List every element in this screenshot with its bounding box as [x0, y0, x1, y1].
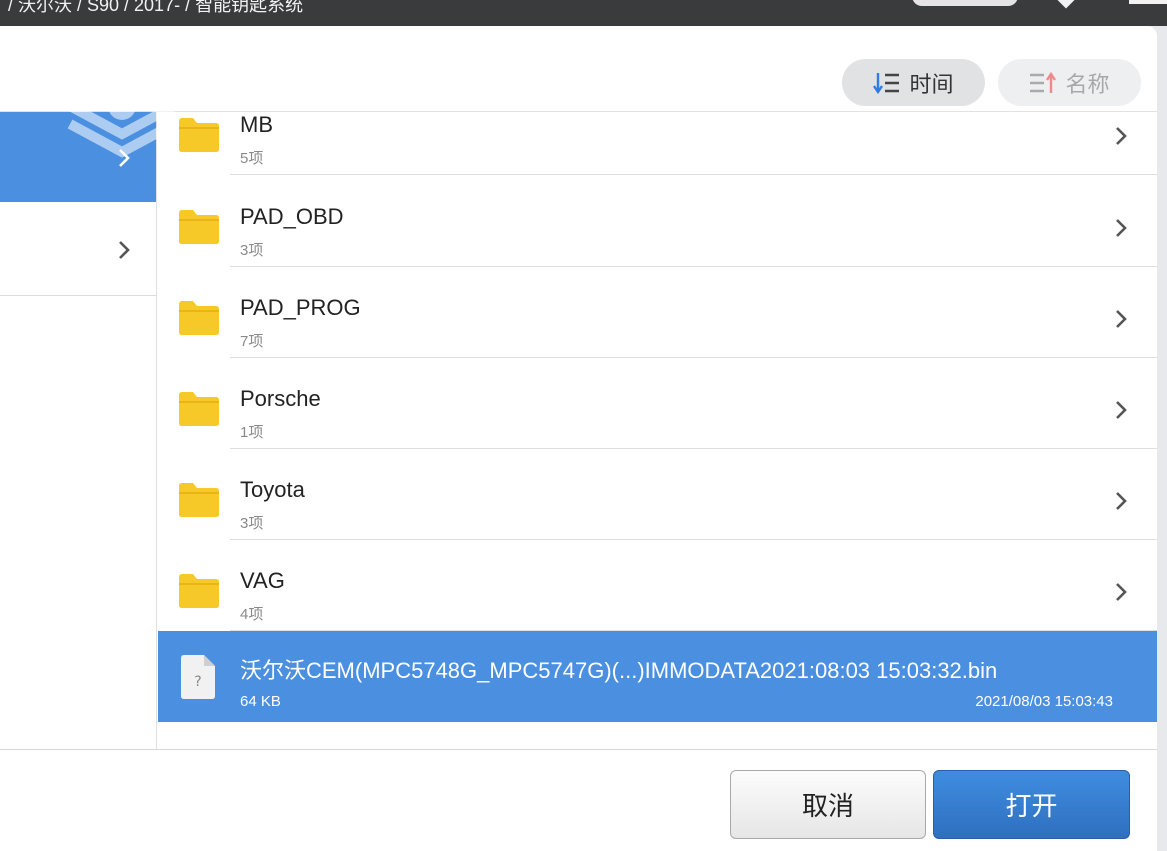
chevron-right-icon: [1116, 310, 1127, 328]
file-size: 64 KB: [240, 693, 281, 710]
sort-header: 时间 名称: [0, 26, 1157, 112]
unknown-file-icon: ?: [181, 655, 215, 699]
sort-by-time-button[interactable]: 时间: [842, 59, 985, 106]
folder-count: 1项: [240, 424, 264, 441]
chevron-down-icon[interactable]: [1057, 0, 1075, 9]
folder-count: 3项: [240, 242, 264, 259]
folder-icon: [179, 118, 219, 152]
title-bar: / 沃尔沃 / S90 / 2017- / 智能钥匙系统: [0, 0, 1167, 26]
folder-count: 3项: [240, 515, 264, 532]
list-item[interactable]: PAD_OBD 3项: [158, 176, 1157, 267]
chevron-right-icon: [119, 241, 130, 259]
list-item[interactable]: PAD_PROG 7项: [158, 267, 1157, 358]
list-item[interactable]: Porsche 1项: [158, 358, 1157, 449]
file-name: 沃尔沃CEM(MPC5748G_MPC5747G)(...)IMMODATA20…: [240, 658, 998, 683]
sort-time-icon: [873, 72, 900, 94]
sort-by-name-button[interactable]: 名称: [998, 59, 1141, 106]
chevron-right-icon: [119, 149, 130, 167]
folder-icon: [179, 392, 219, 426]
chevron-right-icon: [1116, 401, 1127, 419]
folder-name: Porsche: [240, 386, 321, 411]
folder-name: VAG: [240, 568, 285, 593]
sidebar-item-active[interactable]: [0, 112, 156, 202]
list-item[interactable]: Toyota 3项: [158, 449, 1157, 540]
top-toggle[interactable]: [912, 0, 1018, 6]
file-picker-dialog: 时间 名称 MB 5项 PAD_OBD 3项 PAD_PROG 7项 Porsc…: [0, 26, 1157, 851]
file-row-selected[interactable]: ? 沃尔沃CEM(MPC5748G_MPC5747G)(...)IMMODATA…: [158, 631, 1157, 722]
folder-count: 4项: [240, 606, 264, 623]
sort-name-icon: [1030, 71, 1057, 93]
svg-text:?: ?: [194, 674, 201, 690]
folder-icon: [179, 574, 219, 608]
list-item[interactable]: VAG 4项: [158, 540, 1157, 631]
folder-count: 5项: [240, 150, 264, 167]
list-item[interactable]: MB 5项: [158, 112, 1157, 175]
folder-count: 7项: [240, 333, 264, 350]
folder-icon: [179, 301, 219, 335]
cancel-button[interactable]: 取消: [730, 770, 926, 839]
file-list: MB 5项 PAD_OBD 3项 PAD_PROG 7项 Porsche 1项: [158, 112, 1157, 749]
chevron-right-icon: [1116, 492, 1127, 510]
folder-name: PAD_PROG: [240, 295, 361, 320]
chevron-right-icon: [1116, 127, 1127, 145]
directory-sidebar: [0, 112, 157, 749]
folder-name: PAD_OBD: [240, 204, 344, 229]
dialog-footer: 取消 打开: [0, 749, 1157, 851]
folder-name: Toyota: [240, 477, 305, 502]
open-button[interactable]: 打开: [933, 770, 1130, 839]
sidebar-item[interactable]: [0, 204, 156, 296]
chevron-right-icon: [1116, 219, 1127, 237]
sort-name-label: 名称: [1065, 71, 1110, 97]
top-right-control[interactable]: [1129, 0, 1167, 4]
sort-time-label: 时间: [909, 71, 954, 97]
folder-icon: [179, 210, 219, 244]
breadcrumb: / 沃尔沃 / S90 / 2017- / 智能钥匙系统: [8, 0, 304, 15]
file-modified-date: 2021/08/03 15:03:43: [975, 693, 1113, 710]
folder-name: MB: [240, 112, 273, 137]
chevron-right-icon: [1116, 583, 1127, 601]
folder-icon: [179, 483, 219, 517]
